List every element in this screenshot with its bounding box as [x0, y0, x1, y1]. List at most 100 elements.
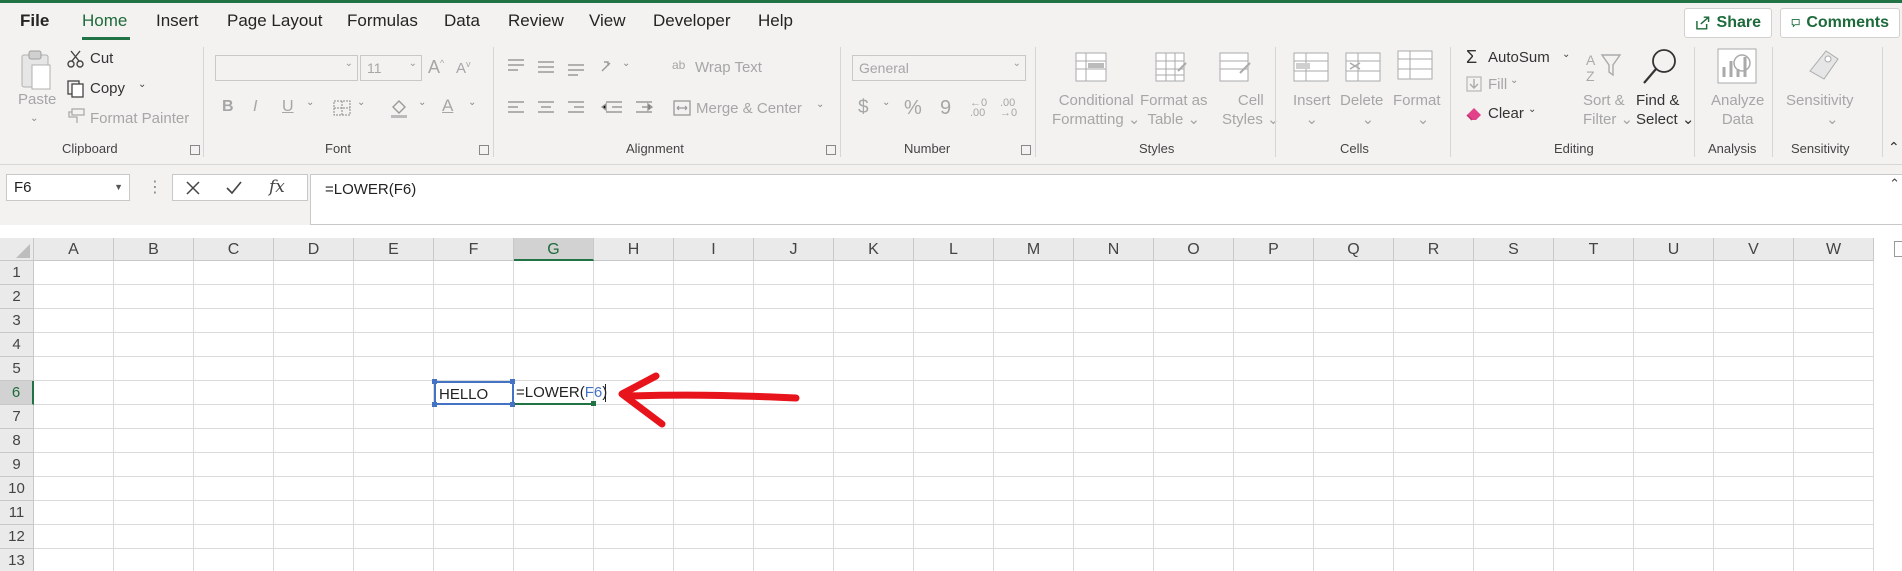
- comma-style-button[interactable]: 9: [940, 97, 951, 120]
- copy-icon[interactable]: [66, 79, 86, 99]
- sensitivity-icon[interactable]: [1806, 47, 1842, 87]
- vertical-align-icons[interactable]: [506, 57, 616, 77]
- select-all-button[interactable]: [0, 238, 34, 261]
- tab-developer[interactable]: Developer: [653, 11, 731, 31]
- insert-cells-label[interactable]: Insert ⌄: [1293, 91, 1331, 129]
- currency-button[interactable]: $: [858, 97, 869, 119]
- paste-icon[interactable]: [18, 49, 54, 91]
- column-header-o[interactable]: O: [1154, 238, 1234, 261]
- column-header-m[interactable]: M: [994, 238, 1074, 261]
- enter-check-icon[interactable]: [225, 180, 243, 196]
- row-header-9[interactable]: 9: [0, 453, 34, 477]
- horizontal-align-icons[interactable]: [506, 99, 656, 117]
- clipboard-dialog-launcher-icon[interactable]: [190, 145, 200, 155]
- sort-filter-label[interactable]: Sort & Filter ⌄: [1583, 91, 1633, 129]
- column-header-i[interactable]: I: [674, 238, 754, 261]
- decrease-font-size-icon[interactable]: Av: [456, 59, 471, 77]
- column-header-a[interactable]: A: [34, 238, 114, 261]
- underline-chevron-down-icon[interactable]: ⌄: [306, 97, 314, 108]
- column-header-t[interactable]: T: [1554, 238, 1634, 261]
- insert-function-icon[interactable]: fx: [269, 177, 285, 197]
- number-dialog-launcher-icon[interactable]: [1021, 145, 1031, 155]
- share-button[interactable]: Share: [1684, 8, 1772, 38]
- row-header-4[interactable]: 4: [0, 333, 34, 357]
- format-as-table-icon[interactable]: [1154, 51, 1190, 83]
- column-header-g[interactable]: G: [514, 238, 594, 261]
- magnifier-icon[interactable]: [1640, 45, 1682, 87]
- tab-home[interactable]: Home: [82, 11, 127, 31]
- font-color-chevron-down-icon[interactable]: ⌄: [468, 97, 476, 108]
- fill-handle[interactable]: [591, 401, 596, 406]
- insert-cells-icon[interactable]: [1292, 51, 1330, 83]
- row-header-6[interactable]: 6: [0, 381, 34, 405]
- row-header-2[interactable]: 2: [0, 285, 34, 309]
- expand-formula-bar-icon[interactable]: ⌃: [1889, 176, 1900, 192]
- autosum-label[interactable]: AutoSum: [1488, 49, 1550, 66]
- paste-label[interactable]: Paste: [18, 91, 56, 108]
- wrap-text-label[interactable]: Wrap Text: [695, 59, 762, 76]
- clear-label[interactable]: Clear: [1488, 105, 1524, 122]
- column-header-v[interactable]: V: [1714, 238, 1794, 261]
- collapse-ribbon-icon[interactable]: ⌃: [1888, 139, 1900, 156]
- conditional-formatting-icon[interactable]: [1074, 51, 1108, 83]
- format-painter-icon[interactable]: [66, 107, 86, 125]
- row-header-11[interactable]: 11: [0, 501, 34, 525]
- alignment-dialog-launcher-icon[interactable]: [826, 145, 836, 155]
- row-header-13[interactable]: 13: [0, 549, 34, 571]
- analyze-data-label[interactable]: Analyze Data: [1711, 91, 1764, 129]
- fill-color-icon[interactable]: [388, 97, 410, 119]
- format-painter-label[interactable]: Format Painter: [90, 110, 189, 127]
- eraser-icon[interactable]: [1464, 104, 1484, 122]
- column-header-k[interactable]: K: [834, 238, 914, 261]
- percent-button[interactable]: %: [904, 97, 922, 120]
- tab-data[interactable]: Data: [444, 11, 480, 31]
- paste-chevron-down-icon[interactable]: ⌄: [30, 113, 38, 124]
- currency-chevron-down-icon[interactable]: ⌄: [882, 97, 890, 108]
- column-header-b[interactable]: B: [114, 238, 194, 261]
- column-header-f[interactable]: F: [434, 238, 514, 261]
- row-header-10[interactable]: 10: [0, 477, 34, 501]
- merge-center-label[interactable]: Merge & Center: [696, 100, 802, 117]
- row-header-8[interactable]: 8: [0, 429, 34, 453]
- fill-color-chevron-down-icon[interactable]: ⌄: [418, 97, 426, 108]
- clear-chevron-down-icon[interactable]: ⌄: [1528, 104, 1536, 115]
- tab-formulas[interactable]: Formulas: [347, 11, 418, 31]
- increase-decimal-icon[interactable]: ←0.00: [970, 98, 987, 119]
- row-header-3[interactable]: 3: [0, 309, 34, 333]
- column-header-c[interactable]: C: [194, 238, 274, 261]
- column-header-h[interactable]: H: [594, 238, 674, 261]
- fill-label[interactable]: Fill: [1488, 76, 1507, 93]
- format-as-table-label[interactable]: Format as Table ⌄: [1140, 91, 1208, 129]
- reference-handle-top-left[interactable]: [432, 379, 437, 384]
- chevron-down-icon[interactable]: ▼: [114, 182, 123, 192]
- decrease-decimal-icon[interactable]: .00 →0: [1000, 98, 1017, 119]
- reference-handle-bottom-right[interactable]: [510, 402, 515, 407]
- column-header-q[interactable]: Q: [1314, 238, 1394, 261]
- wrap-text-icon[interactable]: ab: [672, 58, 685, 72]
- autosum-chevron-down-icon[interactable]: ⌄: [1562, 49, 1570, 60]
- cancel-icon[interactable]: [185, 180, 201, 196]
- column-header-s[interactable]: S: [1474, 238, 1554, 261]
- column-header-w[interactable]: W: [1794, 238, 1874, 261]
- font-color-icon[interactable]: A: [442, 96, 453, 116]
- column-header-d[interactable]: D: [274, 238, 354, 261]
- cell-styles-label[interactable]: Cell Styles ⌄: [1222, 91, 1280, 129]
- cut-label[interactable]: Cut: [90, 50, 113, 67]
- tab-insert[interactable]: Insert: [156, 11, 199, 31]
- increase-font-size-icon[interactable]: A^: [428, 57, 444, 78]
- comments-button[interactable]: Comments: [1780, 8, 1900, 38]
- vertical-scrollbar[interactable]: [1894, 241, 1902, 257]
- reference-handle-bottom-left[interactable]: [432, 402, 437, 407]
- find-select-label[interactable]: Find & Select ⌄: [1636, 91, 1694, 129]
- fill-chevron-down-icon[interactable]: ⌄: [1510, 75, 1518, 86]
- row-header-7[interactable]: 7: [0, 405, 34, 429]
- analyze-data-icon[interactable]: [1716, 47, 1758, 87]
- worksheet-grid[interactable]: ABCDEFGHIJKLMNOPQRSTUVW 1 2 3 4 5 6 7 8 9 10 11 12 1…: [0, 238, 1902, 571]
- autosum-icon[interactable]: Σ: [1466, 47, 1477, 68]
- tab-view[interactable]: View: [589, 11, 626, 31]
- format-cells-label[interactable]: Format ⌄: [1393, 91, 1441, 129]
- tab-review[interactable]: Review: [508, 11, 564, 31]
- font-dialog-launcher-icon[interactable]: [479, 145, 489, 155]
- font-size-select[interactable]: 11 ⌄: [360, 55, 422, 81]
- delete-cells-label[interactable]: Delete ⌄: [1340, 91, 1383, 129]
